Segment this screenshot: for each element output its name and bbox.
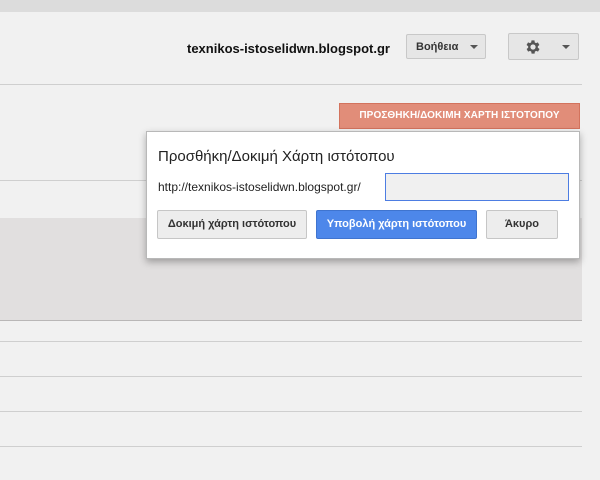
dialog-title: Προσθήκη/Δοκιμή Χάρτη ιστότοπου xyxy=(158,148,395,165)
settings-dropdown-button[interactable] xyxy=(508,33,579,60)
test-sitemap-button[interactable]: Δοκιμή χάρτη ιστότοπου xyxy=(157,210,307,239)
chevron-down-icon xyxy=(562,45,570,49)
top-bar xyxy=(0,0,600,12)
help-dropdown-button[interactable]: Βοήθεια xyxy=(406,34,486,59)
table-row-divider xyxy=(0,446,582,447)
add-test-sitemap-button[interactable]: ΠΡΟΣΘΗΚΗ/ΔΟΚΙΜΗ ΧΑΡΤΗ ΙΣΤΟΤΟΠΟΥ xyxy=(339,103,580,129)
sitemap-dialog: Προσθήκη/Δοκιμή Χάρτη ιστότοπου http://t… xyxy=(146,131,580,259)
gear-icon xyxy=(526,40,540,54)
site-name: texnikos-istoselidwn.blogspot.gr xyxy=(187,41,390,56)
cancel-button[interactable]: Άκυρο xyxy=(486,210,558,239)
divider xyxy=(0,84,582,85)
table-row-divider xyxy=(0,376,582,377)
table-row-divider xyxy=(0,341,582,342)
help-button-label: Βοήθεια xyxy=(416,41,459,53)
sitemap-path-input[interactable] xyxy=(385,173,569,201)
divider xyxy=(0,320,582,321)
chevron-down-icon xyxy=(470,45,478,49)
url-prefix: http://texnikos-istoselidwn.blogspot.gr/ xyxy=(158,180,361,194)
table-row-divider xyxy=(0,411,582,412)
submit-sitemap-button[interactable]: Υποβολή χάρτη ιστότοπου xyxy=(316,210,477,239)
